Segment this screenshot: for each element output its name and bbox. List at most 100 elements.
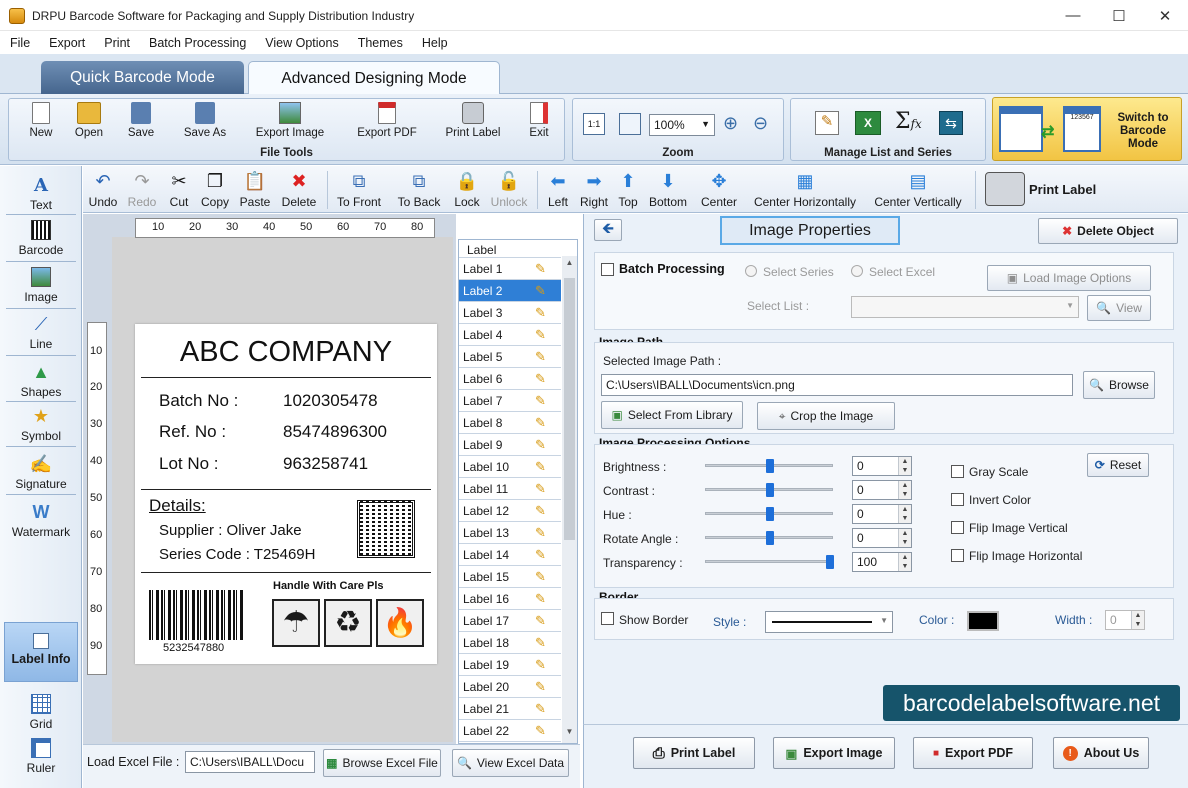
stepper-arrows-icon[interactable]: ▲ ▼ [898, 457, 911, 475]
edit-pencil-icon[interactable]: ✎ [535, 635, 551, 651]
label-design[interactable]: ABC COMPANY Batch No : 1020305478 Ref. N… [135, 324, 437, 664]
contrast-stepper[interactable]: 0 ▲ ▼ [852, 480, 912, 500]
label-list-item[interactable]: Label 3 ✎ [459, 302, 561, 324]
label-list-item[interactable]: Label 8 ✎ [459, 412, 561, 434]
label-list-item[interactable]: Label 13 ✎ [459, 522, 561, 544]
label-list-item[interactable]: Label 4 ✎ [459, 324, 561, 346]
rotate-angle-stepper[interactable]: 0 ▲ ▼ [852, 528, 912, 548]
delete-button[interactable]: ✖ Delete [279, 170, 319, 210]
zoom-out-icon[interactable]: ⊖ [753, 113, 768, 134]
exit-button[interactable]: Exit [521, 102, 557, 139]
border-color-swatch[interactable] [967, 611, 999, 631]
rotate-angle-slider-thumb[interactable] [766, 531, 774, 545]
show-border-checkbox[interactable] [601, 612, 614, 625]
menu-view-options[interactable]: View Options [255, 31, 347, 54]
label-details-heading[interactable]: Details: [149, 496, 206, 516]
stepper-arrows-icon[interactable]: ▲ ▼ [898, 505, 911, 523]
label-batch-value[interactable]: 1020305478 [283, 391, 378, 411]
invert-color-checkbox[interactable] [951, 493, 964, 506]
batch-processing-checkbox[interactable] [601, 263, 614, 276]
scroll-up-icon[interactable]: ▲ [564, 258, 575, 272]
browse-button[interactable]: 🔍 Browse [1083, 371, 1155, 399]
flip-vertical-checkbox[interactable] [951, 521, 964, 534]
fit-window-icon[interactable] [619, 113, 641, 135]
menu-help[interactable]: Help [412, 31, 457, 54]
umbrella-icon[interactable]: ☂ [272, 599, 320, 647]
label-list-item[interactable]: Label 20 ✎ [459, 676, 561, 698]
edit-pencil-icon[interactable]: ✎ [535, 437, 551, 453]
copy-button[interactable]: ❐ Copy [197, 170, 233, 210]
back-button[interactable]: 🡸 [594, 219, 622, 241]
label-list-item[interactable]: Label 19 ✎ [459, 654, 561, 676]
tab-advanced-designing-mode[interactable]: Advanced Designing Mode [248, 61, 500, 95]
stepper-arrows-icon[interactable]: ▲ ▼ [898, 553, 911, 571]
label-list-item[interactable]: Label 12 ✎ [459, 500, 561, 522]
tool-symbol[interactable]: ★ Symbol [4, 406, 78, 444]
label-list-item[interactable]: Label 11 ✎ [459, 478, 561, 500]
edit-pencil-icon[interactable]: ✎ [535, 481, 551, 497]
label-ref-key[interactable]: Ref. No : [159, 422, 226, 442]
label-ref-value[interactable]: 85474896300 [283, 422, 387, 442]
edit-pencil-icon[interactable]: ✎ [535, 415, 551, 431]
label-list-item[interactable]: Label 15 ✎ [459, 566, 561, 588]
scroll-thumb[interactable] [564, 278, 575, 540]
edit-pencil-icon[interactable]: ✎ [535, 723, 551, 739]
tool-barcode[interactable]: Barcode [4, 220, 78, 257]
edit-pencil-icon[interactable]: ✎ [535, 525, 551, 541]
edit-pencil-icon[interactable]: ✎ [535, 701, 551, 717]
export-pdf-button[interactable]: Export PDF [347, 102, 427, 139]
center-vertically-button[interactable]: ▤ Center Vertically [869, 170, 967, 210]
label-lot-value[interactable]: 963258741 [283, 454, 368, 474]
tab-quick-barcode-mode[interactable]: Quick Barcode Mode [41, 61, 244, 95]
label-list-item[interactable]: Label 14 ✎ [459, 544, 561, 566]
label-lot-key[interactable]: Lot No : [159, 454, 219, 474]
edit-pencil-icon[interactable]: ✎ [535, 657, 551, 673]
image-path-input[interactable]: C:\Users\IBALL\Documents\icn.png [601, 374, 1073, 396]
tool-signature[interactable]: ✍ Signature [4, 454, 78, 492]
print-label-button[interactable]: ⎙ Print Label [633, 737, 755, 769]
save-as-button[interactable]: Save As [177, 102, 233, 139]
label-list-item[interactable]: Label 10 ✎ [459, 456, 561, 478]
edit-pencil-icon[interactable]: ✎ [535, 371, 551, 387]
transparency-stepper[interactable]: 100 ▲ ▼ [852, 552, 912, 572]
edit-pencil-icon[interactable]: ✎ [535, 547, 551, 563]
undo-button[interactable]: ↶ Undo [87, 170, 119, 210]
select-excel-radio[interactable] [851, 265, 863, 277]
label-supplier[interactable]: Supplier : Oliver Jake [159, 522, 302, 539]
align-bottom-button[interactable]: ⬇ Bottom [645, 170, 691, 210]
lock-button[interactable]: 🔒 Lock [451, 170, 483, 210]
edit-pencil-icon[interactable]: ✎ [535, 679, 551, 695]
open-button[interactable]: Open [69, 102, 109, 139]
menu-file[interactable]: File [0, 31, 39, 54]
print-label-toolbar-button[interactable]: Print Label [1029, 182, 1096, 197]
edit-pencil-icon[interactable]: ✎ [535, 569, 551, 585]
series-formula-icon[interactable]: Σfx [895, 109, 922, 134]
switch-to-barcode-mode-button[interactable]: ⇄ 123567 Switch to Barcode Mode [992, 97, 1182, 161]
edit-pencil-icon[interactable]: ✎ [535, 349, 551, 365]
qr-code-image[interactable] [357, 500, 415, 558]
transparency-slider[interactable] [705, 560, 833, 563]
redo-button[interactable]: ↷ Redo [125, 170, 159, 210]
browse-excel-button[interactable]: ▦ Browse Excel File [323, 749, 441, 777]
view-excel-button[interactable]: 🔍 View Excel Data [452, 749, 569, 777]
align-right-button[interactable]: ➡ Right [577, 170, 611, 210]
align-center-button[interactable]: ✥ Center [695, 170, 743, 210]
save-button[interactable]: Save [121, 102, 161, 139]
tool-grid[interactable]: Grid [4, 694, 78, 731]
actual-size-icon[interactable]: 1:1 [583, 113, 605, 135]
brightness-slider-thumb[interactable] [766, 459, 774, 473]
label-list-item[interactable]: Label 21 ✎ [459, 698, 561, 720]
cut-button[interactable]: ✂ Cut [165, 170, 193, 210]
scroll-down-icon[interactable]: ▼ [564, 727, 575, 741]
stepper-arrows-icon[interactable]: ▲ ▼ [898, 481, 911, 499]
stepper-arrows-icon[interactable]: ▲ ▼ [1131, 611, 1144, 629]
barcode-number[interactable]: 5232547880 [163, 642, 224, 654]
edit-pencil-icon[interactable]: ✎ [535, 613, 551, 629]
export-pdf-button[interactable]: ■ Export PDF [913, 737, 1033, 769]
crop-image-button[interactable]: ⌖ Crop the Image [757, 402, 895, 430]
tool-image[interactable]: Image [4, 267, 78, 304]
edit-pencil-icon[interactable]: ✎ [535, 261, 551, 277]
label-list-item[interactable]: Label 5 ✎ [459, 346, 561, 368]
tool-label-info[interactable]: Label Info [4, 622, 78, 682]
flip-horizontal-checkbox[interactable] [951, 549, 964, 562]
